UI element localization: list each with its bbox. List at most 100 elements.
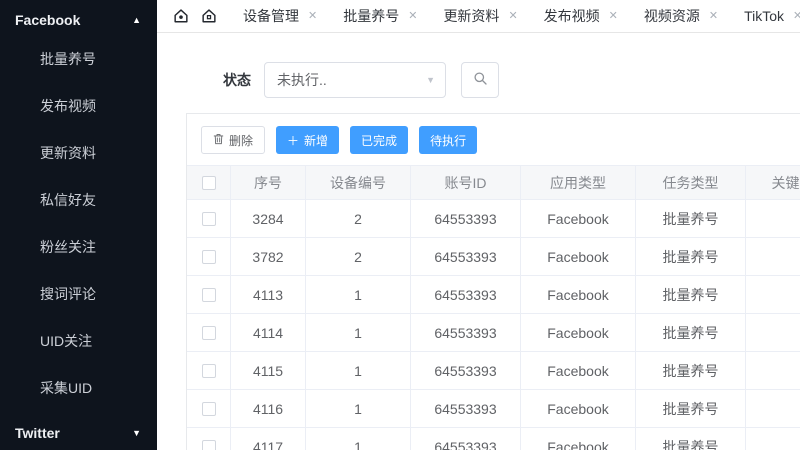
sidebar-item-update-profile[interactable]: 更新资料 (0, 130, 157, 177)
tab-label: 视频资源 (644, 6, 700, 26)
tab-label: 批量养号 (343, 6, 399, 26)
search-button[interactable] (461, 62, 499, 98)
cell-keyword (746, 428, 800, 450)
tab-bar: 设备管理 ✕ 批量养号 ✕ 更新资料 ✕ 发布视频 ✕ 视频资源 ✕ TikTo… (157, 0, 800, 33)
cell-app-type: Facebook (521, 352, 636, 389)
completed-button[interactable]: 已完成 (350, 126, 408, 154)
row-select-cell (187, 314, 231, 351)
close-icon[interactable]: ✕ (793, 11, 800, 22)
cell-task-type: 批量养号 (636, 276, 746, 313)
search-icon (473, 71, 488, 89)
sidebar-section-twitter-label: Twitter (15, 425, 60, 441)
sidebar-section-facebook[interactable]: Facebook ▲ (0, 0, 157, 36)
cell-app-type: Facebook (521, 276, 636, 313)
row-checkbox[interactable] (202, 440, 216, 450)
cell-keyword (746, 200, 800, 237)
status-label: 状态 (223, 70, 251, 90)
tab-batch-accounts[interactable]: 批量养号 ✕ (343, 6, 417, 26)
sidebar-item-publish-video[interactable]: 发布视频 (0, 83, 157, 130)
home-icon[interactable] (171, 6, 191, 26)
row-select-cell (187, 428, 231, 450)
row-checkbox[interactable] (202, 326, 216, 340)
sidebar-item-fan-follow[interactable]: 粉丝关注 (0, 224, 157, 271)
pending-button[interactable]: 待执行 (419, 126, 477, 154)
add-button[interactable]: ＋ 新增 (276, 126, 339, 154)
close-icon[interactable]: ✕ (609, 11, 618, 22)
table-row: 4116 1 64553393 Facebook 批量养号 (187, 390, 800, 428)
cell-seq: 4113 (231, 276, 306, 313)
cell-device-no: 2 (306, 238, 411, 275)
cell-device-no: 1 (306, 352, 411, 389)
col-header-device-no: 设备编号 (306, 166, 411, 199)
sidebar-item-batch-accounts[interactable]: 批量养号 (0, 36, 157, 83)
plus-icon: ＋ (287, 132, 299, 149)
row-select-cell (187, 238, 231, 275)
row-checkbox[interactable] (202, 288, 216, 302)
table-row: 4114 1 64553393 Facebook 批量养号 (187, 314, 800, 352)
status-select[interactable]: 未执行.. ▼ (264, 62, 446, 98)
cell-seq: 3284 (231, 200, 306, 237)
status-select-value: 未执行.. (277, 70, 327, 90)
row-select-cell (187, 390, 231, 427)
trash-icon (213, 133, 224, 148)
row-checkbox[interactable] (202, 212, 216, 226)
sidebar-item-collect-uid[interactable]: 采集UID (0, 365, 157, 412)
tab-tiktok[interactable]: TikTok ✕ (744, 8, 800, 24)
cell-seq: 3782 (231, 238, 306, 275)
tab-update-profile[interactable]: 更新资料 ✕ (443, 6, 517, 26)
cell-account-id: 64553393 (411, 314, 521, 351)
cell-task-type: 批量养号 (636, 352, 746, 389)
close-icon[interactable]: ✕ (709, 11, 718, 22)
tab-video-resources[interactable]: 视频资源 ✕ (644, 6, 718, 26)
cell-app-type: Facebook (521, 428, 636, 450)
chevron-down-icon: ▼ (426, 75, 435, 85)
sidebar-section-facebook-label: Facebook (15, 12, 80, 28)
filter-row: 状态 未执行.. ▼ (223, 62, 499, 98)
home-alt-icon[interactable] (199, 6, 219, 26)
cell-account-id: 64553393 (411, 200, 521, 237)
cell-seq: 4116 (231, 390, 306, 427)
row-checkbox[interactable] (202, 364, 216, 378)
cell-device-no: 2 (306, 200, 411, 237)
select-all-checkbox[interactable] (202, 176, 216, 190)
tab-device-management[interactable]: 设备管理 ✕ (243, 6, 317, 26)
sidebar-item-dm-friends[interactable]: 私信好友 (0, 177, 157, 224)
delete-button[interactable]: 删除 (201, 126, 265, 154)
cell-device-no: 1 (306, 314, 411, 351)
cell-keyword (746, 276, 800, 313)
sidebar-item-keyword-comment[interactable]: 搜词评论 (0, 271, 157, 318)
cell-task-type: 批量养号 (636, 390, 746, 427)
cell-seq: 4114 (231, 314, 306, 351)
col-header-seq: 序号 (231, 166, 306, 199)
cell-account-id: 64553393 (411, 428, 521, 450)
cell-account-id: 64553393 (411, 238, 521, 275)
sidebar: Facebook ▲ 批量养号 发布视频 更新资料 私信好友 粉丝关注 搜词评论… (0, 0, 157, 450)
close-icon[interactable]: ✕ (408, 11, 417, 22)
table-row: 4113 1 64553393 Facebook 批量养号 (187, 276, 800, 314)
collapse-up-icon: ▲ (132, 15, 141, 25)
row-select-cell (187, 200, 231, 237)
close-icon[interactable]: ✕ (308, 11, 317, 22)
cell-device-no: 1 (306, 428, 411, 450)
cell-keyword (746, 352, 800, 389)
cell-seq: 4117 (231, 428, 306, 450)
table-row: 3782 2 64553393 Facebook 批量养号 (187, 238, 800, 276)
row-checkbox[interactable] (202, 250, 216, 264)
sidebar-item-uid-follow[interactable]: UID关注 (0, 318, 157, 365)
toolbar: 删除 ＋ 新增 已完成 待执行 (187, 114, 800, 165)
cell-account-id: 64553393 (411, 390, 521, 427)
sidebar-section-twitter[interactable]: Twitter ▼ (0, 412, 157, 441)
tab-publish-video[interactable]: 发布视频 ✕ (544, 6, 618, 26)
cell-app-type: Facebook (521, 314, 636, 351)
col-header-account-id: 账号ID (411, 166, 521, 199)
cell-seq: 4115 (231, 352, 306, 389)
cell-task-type: 批量养号 (636, 428, 746, 450)
cell-task-type: 批量养号 (636, 200, 746, 237)
cell-keyword (746, 390, 800, 427)
cell-app-type: Facebook (521, 238, 636, 275)
task-panel: 删除 ＋ 新增 已完成 待执行 序号 设备编号 账号ID 应用类型 任务类型 关… (186, 113, 800, 450)
row-checkbox[interactable] (202, 402, 216, 416)
cell-keyword (746, 238, 800, 275)
cell-app-type: Facebook (521, 200, 636, 237)
close-icon[interactable]: ✕ (508, 11, 517, 22)
